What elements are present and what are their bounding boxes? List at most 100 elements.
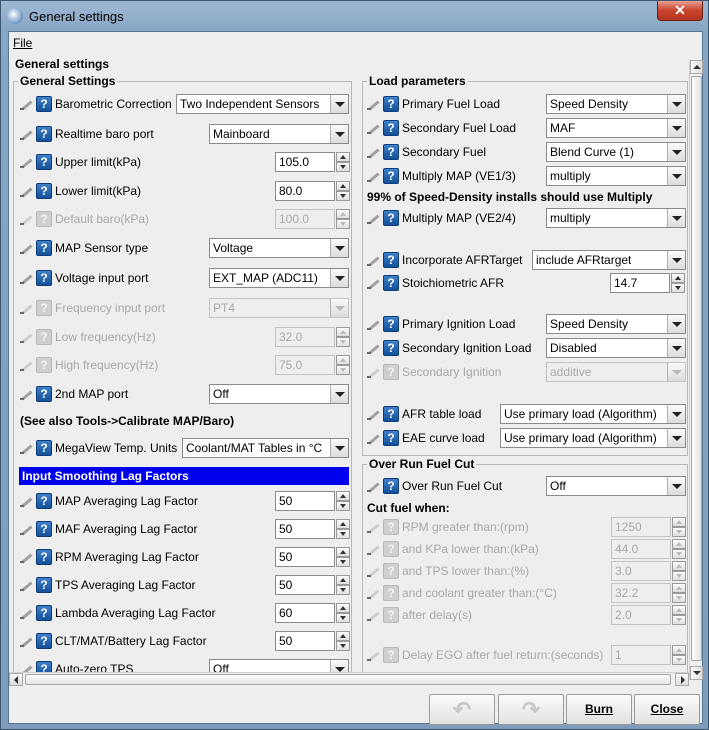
chevron-down-icon[interactable] — [667, 167, 685, 185]
setting-dropdown[interactable]: Mainboard — [209, 124, 349, 144]
chevron-down-icon[interactable] — [330, 95, 348, 113]
edit-pencil-icon[interactable] — [19, 301, 33, 315]
help-icon[interactable]: ? — [36, 357, 52, 373]
edit-pencil-icon[interactable] — [366, 542, 380, 556]
spinner-up-icon[interactable] — [336, 603, 350, 613]
chevron-down-icon[interactable] — [667, 339, 685, 357]
chevron-down-icon[interactable] — [667, 477, 685, 495]
help-icon[interactable]: ? — [36, 493, 52, 509]
chevron-down-icon[interactable] — [330, 439, 348, 457]
spinner-down-icon[interactable] — [336, 365, 350, 375]
spinner-up-icon[interactable] — [336, 519, 350, 529]
window-close-button[interactable]: ✕ — [657, 1, 703, 21]
scroll-left-arrow-icon[interactable] — [9, 673, 23, 686]
setting-dropdown[interactable]: Coolant/MAT Tables in °C — [182, 438, 349, 458]
spinner-down-icon[interactable] — [336, 337, 350, 347]
edit-pencil-icon[interactable] — [19, 387, 33, 401]
spinner-input[interactable]: 50 — [275, 631, 335, 651]
undo-button[interactable]: ↶ — [429, 694, 495, 725]
setting-dropdown[interactable]: multiply — [546, 166, 686, 186]
vertical-scrollbar[interactable] — [689, 60, 703, 680]
edit-pencil-icon[interactable] — [366, 365, 380, 379]
edit-pencil-icon[interactable] — [366, 145, 380, 159]
edit-pencil-icon[interactable] — [19, 330, 33, 344]
spinner-down-icon[interactable] — [336, 529, 350, 539]
chevron-down-icon[interactable] — [330, 385, 348, 403]
help-icon[interactable]: ? — [36, 96, 52, 112]
edit-pencil-icon[interactable] — [366, 608, 380, 622]
spinner-up-icon[interactable] — [672, 645, 686, 655]
chevron-down-icon[interactable] — [330, 125, 348, 143]
edit-pencil-icon[interactable] — [19, 97, 33, 111]
edit-pencil-icon[interactable] — [19, 155, 33, 169]
spinner-input[interactable]: 50 — [275, 491, 335, 511]
edit-pencil-icon[interactable] — [19, 127, 33, 141]
help-icon[interactable]: ? — [383, 406, 399, 422]
setting-dropdown[interactable]: Off — [209, 384, 349, 404]
spinner-input[interactable]: 50 — [275, 519, 335, 539]
setting-dropdown[interactable]: Speed Density — [546, 314, 686, 334]
setting-dropdown[interactable]: Use primary load (Algorithm) — [500, 404, 686, 424]
help-icon[interactable]: ? — [36, 605, 52, 621]
edit-pencil-icon[interactable] — [366, 648, 380, 662]
spinner-up-icon[interactable] — [336, 152, 350, 162]
help-icon[interactable]: ? — [36, 270, 52, 286]
edit-pencil-icon[interactable] — [366, 520, 380, 534]
spinner-input[interactable]: 50 — [275, 575, 335, 595]
help-icon[interactable]: ? — [383, 430, 399, 446]
help-icon[interactable]: ? — [383, 647, 399, 663]
edit-pencil-icon[interactable] — [366, 586, 380, 600]
help-icon[interactable]: ? — [36, 386, 52, 402]
edit-pencil-icon[interactable] — [19, 634, 33, 648]
edit-pencil-icon[interactable] — [366, 276, 380, 290]
chevron-down-icon[interactable] — [667, 119, 685, 137]
spinner-input[interactable]: 80.0 — [275, 181, 335, 201]
spinner-input[interactable]: 105.0 — [275, 152, 335, 172]
help-icon[interactable]: ? — [383, 607, 399, 623]
spinner-down-icon[interactable] — [671, 283, 685, 293]
help-icon[interactable]: ? — [36, 577, 52, 593]
redo-button[interactable]: ↷ — [498, 694, 564, 725]
spinner-up-icon[interactable] — [336, 181, 350, 191]
edit-pencil-icon[interactable] — [366, 479, 380, 493]
edit-pencil-icon[interactable] — [366, 211, 380, 225]
edit-pencil-icon[interactable] — [19, 578, 33, 592]
chevron-down-icon[interactable] — [667, 143, 685, 161]
edit-pencil-icon[interactable] — [19, 271, 33, 285]
edit-pencil-icon[interactable] — [19, 606, 33, 620]
edit-pencil-icon[interactable] — [366, 169, 380, 183]
burn-button[interactable]: Burn — [566, 694, 632, 725]
setting-dropdown[interactable]: Voltage — [209, 238, 349, 258]
spinner-down-icon[interactable] — [336, 613, 350, 623]
help-icon[interactable]: ? — [36, 549, 52, 565]
scroll-down-arrow-icon[interactable] — [690, 666, 703, 680]
help-icon[interactable]: ? — [383, 120, 399, 136]
help-icon[interactable]: ? — [36, 154, 52, 170]
spinner-input[interactable]: 3.0 — [611, 561, 671, 581]
spinner-input[interactable]: 44.0 — [611, 539, 671, 559]
spinner-up-icon[interactable] — [672, 517, 686, 527]
chevron-down-icon[interactable] — [667, 429, 685, 447]
help-icon[interactable]: ? — [383, 340, 399, 356]
chevron-down-icon[interactable] — [330, 299, 348, 317]
spinner-up-icon[interactable] — [672, 561, 686, 571]
help-icon[interactable]: ? — [383, 563, 399, 579]
vertical-scroll-thumb[interactable] — [691, 76, 702, 661]
spinner-down-icon[interactable] — [336, 219, 350, 229]
spinner-input[interactable]: 1 — [611, 645, 671, 665]
edit-pencil-icon[interactable] — [19, 522, 33, 536]
help-icon[interactable]: ? — [383, 168, 399, 184]
spinner-down-icon[interactable] — [336, 557, 350, 567]
spinner-up-icon[interactable] — [336, 575, 350, 585]
menu-file[interactable]: File — [13, 36, 32, 50]
spinner-up-icon[interactable] — [336, 209, 350, 219]
help-icon[interactable]: ? — [36, 211, 52, 227]
spinner-down-icon[interactable] — [336, 162, 350, 172]
help-icon[interactable]: ? — [383, 96, 399, 112]
chevron-down-icon[interactable] — [330, 239, 348, 257]
edit-pencil-icon[interactable] — [366, 121, 380, 135]
chevron-down-icon[interactable] — [667, 405, 685, 423]
help-icon[interactable]: ? — [383, 316, 399, 332]
setting-dropdown[interactable]: Disabled — [546, 338, 686, 358]
help-icon[interactable]: ? — [36, 300, 52, 316]
